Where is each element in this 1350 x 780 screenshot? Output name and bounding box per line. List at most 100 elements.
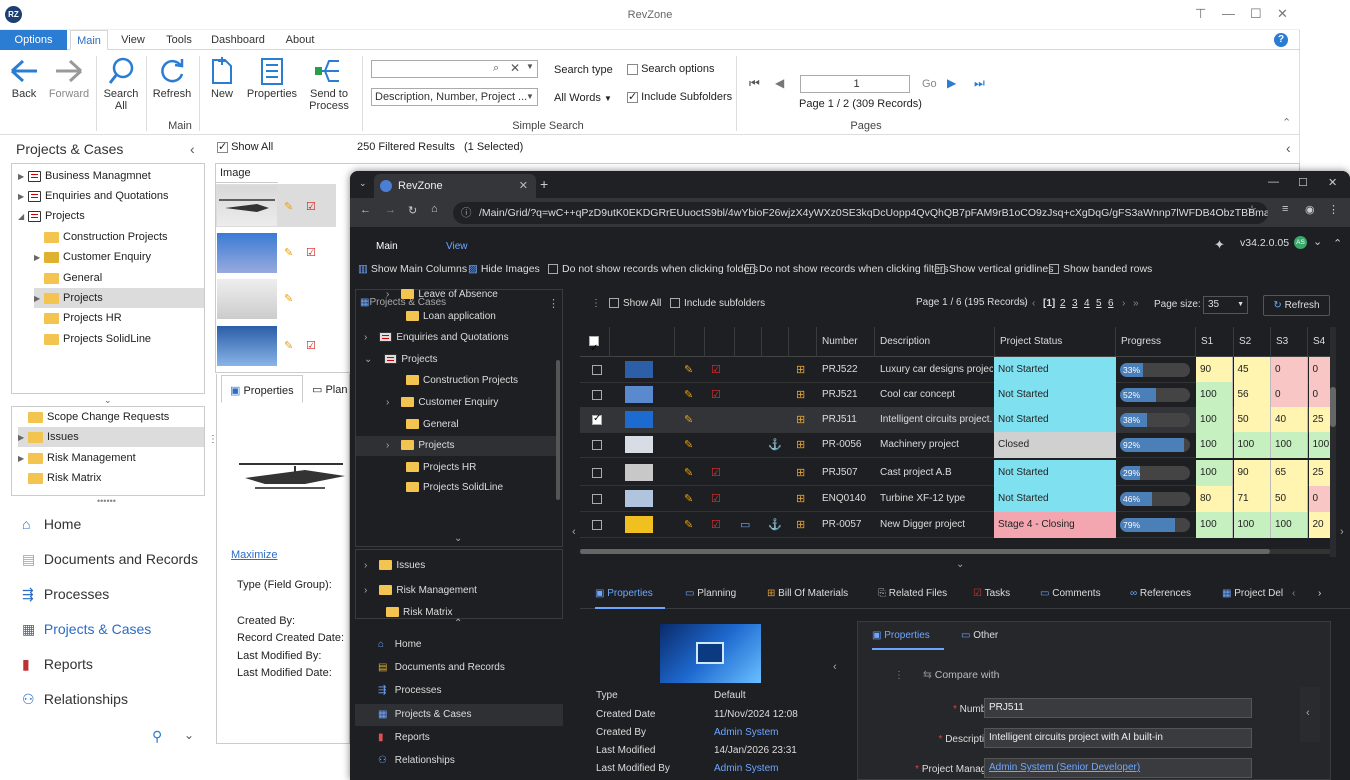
tree-item[interactable]: Scope Change Requests [28,407,169,427]
page-size-select[interactable]: 35 ▼ [1203,296,1248,314]
chevron-down-icon[interactable]: ⌄ [956,559,964,570]
prev-page-icon[interactable]: ◀ [775,76,784,90]
tree-item[interactable]: › Enquiries and Quotations [364,328,509,348]
page-link[interactable]: [1] [1043,298,1055,309]
vertical-gridlines-checkbox[interactable]: Show vertical gridlines [935,263,1053,275]
collapse-image-icon[interactable]: ‹ [833,661,837,673]
tree-item[interactable]: ▶ Customer Enquiry [34,247,151,267]
tree-item[interactable]: › Risk Management [364,581,477,601]
tree-item[interactable]: Projects HR [44,308,122,328]
table-row[interactable]: ✎ ⊞ PRJ511 Intelligent circuits project...N… [580,407,1330,433]
page-link[interactable]: 4 [1084,298,1090,309]
nav-reports[interactable]: ▮ Reports [355,727,563,749]
page-link[interactable]: 2 [1060,298,1066,309]
drag-handle-icon[interactable]: ⋮ [591,298,601,309]
new-button[interactable]: New [205,54,239,100]
tab-planning[interactable]: ▭ Planning [685,579,736,609]
tabs-prev-icon[interactable]: ‹ [1292,579,1295,609]
tab-search-icon[interactable]: ⌄ [359,178,367,189]
chevron-down-icon[interactable]: ▼ [526,92,534,101]
tab-references[interactable]: ∞ References [1130,579,1191,609]
search-type-select[interactable]: All Words ▼ [554,92,612,104]
collapse-left-icon[interactable]: ‹ [1306,707,1310,719]
avatar[interactable]: AS [1294,236,1307,249]
reload-icon[interactable]: ↻ [408,204,417,217]
next-page-icon[interactable]: ▶ [947,76,956,90]
row-checkbox[interactable] [592,494,602,504]
tree-item[interactable]: ▶ Risk Management [18,448,136,468]
restore-ribbon-icon[interactable]: ⊤ [1195,6,1206,22]
no-records-filters-checkbox[interactable]: Do not show records when clicking filter… [745,263,949,275]
form-side-toggle[interactable]: ‹ [1300,687,1320,742]
edit-icon[interactable]: ✎ [684,492,693,505]
collapse-right-icon[interactable]: ‹ [1286,140,1291,156]
user-icon[interactable]: ⚲ [152,728,162,745]
send-to-process-button[interactable]: Send to Process [302,54,356,112]
edit-icon[interactable]: ✎ [684,438,693,451]
clear-search-icon[interactable]: ✕ [510,61,520,75]
splitter-handle[interactable]: •••••• [97,496,116,506]
page-link[interactable]: 5 [1096,298,1102,309]
no-records-folders-checkbox[interactable]: Do not show records when clicking folder… [548,263,758,275]
column-header-tree[interactable] [789,327,817,357]
first-page-icon[interactable]: « [1021,298,1027,309]
link-icon[interactable]: ⚓ [768,438,782,451]
home-icon[interactable]: ⌂ [431,203,438,215]
refresh-button[interactable]: Refresh [152,54,192,100]
subtab-properties[interactable]: ▣ Properties [872,622,944,650]
back-icon[interactable]: ← [360,204,371,216]
row-checkbox[interactable] [592,520,602,530]
column-header-description[interactable]: Description [875,327,995,357]
tree-item-selected[interactable]: ▶ Projects [34,288,204,308]
hierarchy-icon[interactable]: ⊞ [796,492,805,505]
menu-icon[interactable]: ⋮ [1328,203,1339,216]
nav-documents[interactable]: ▤ Documents and Records [355,657,563,679]
edit-icon[interactable]: ✎ [684,466,693,479]
row-checkbox[interactable] [592,440,602,450]
chevron-down-icon[interactable]: ⌄ [454,533,462,544]
tab-view[interactable]: View [118,30,148,50]
show-all-checkbox[interactable]: Show All [609,298,661,309]
search-options-checkbox[interactable]: Search options [627,63,714,75]
maximize-icon[interactable]: ☐ [1250,6,1262,22]
search-go-icon[interactable]: ⌕ [493,62,499,75]
show-main-columns-button[interactable]: ▥ Show Main Columns [358,263,467,275]
tab-bill-of-materials[interactable]: ⊞ Bill Of Materials [767,579,848,609]
tree-item[interactable]: Risk Matrix [28,468,101,488]
nav-projects[interactable]: ▦ Projects & Cases [22,621,151,638]
column-header-image[interactable]: Image [220,167,251,179]
close-icon[interactable]: ✕ [1328,176,1337,189]
checkbox[interactable] [609,298,619,309]
column-header-status[interactable]: Project Status [995,327,1116,357]
hierarchy-icon[interactable]: ⊞ [796,518,805,531]
column-header-edit[interactable] [675,327,705,357]
tree-item-selected[interactable]: › Projects [356,436,556,456]
scrollbar-thumb[interactable] [1330,387,1336,427]
help-icon[interactable]: ? [1274,33,1288,47]
tree-item[interactable]: Projects SolidLine [406,478,503,498]
hierarchy-icon[interactable]: ⊞ [796,466,805,479]
nav-documents[interactable]: ▤ Documents and Records [22,551,198,568]
collapse-ribbon-icon[interactable]: ⌃ [1282,116,1291,129]
hierarchy-icon[interactable]: ⊞ [796,388,805,401]
edit-icon[interactable]: ✎ [684,413,693,426]
nav-relationships[interactable]: ⚇ Relationships [355,750,563,772]
tab-main[interactable]: Main [70,30,108,50]
tree-item[interactable]: Risk Matrix [386,603,452,618]
tree-item[interactable]: Projects HR [406,458,476,478]
subtab-other[interactable]: ▭ Other [961,622,998,650]
tab-dashboard[interactable]: Dashboard [210,30,266,50]
checkbox[interactable] [548,264,558,275]
tab-main[interactable]: Main [376,241,398,252]
checkbox[interactable] [1049,264,1059,275]
checkbox[interactable] [217,140,228,153]
link-icon[interactable]: ⚓ [768,518,782,531]
edit-icon[interactable]: ✎ [284,200,293,213]
maximize-icon[interactable]: ☐ [1298,176,1308,189]
tree-item[interactable]: General [44,268,102,288]
tree-item[interactable]: ▶ Business Managmnet [18,166,151,186]
minimize-icon[interactable]: — [1268,176,1279,188]
table-row[interactable]: ✎ ☑ ⊞ PRJ507 Cast project A.B Not Started 29% 1… [580,460,1330,486]
tab-tasks[interactable]: ☑ Tasks [973,579,1010,609]
tree-item[interactable]: › Leave of Absence [386,285,498,305]
